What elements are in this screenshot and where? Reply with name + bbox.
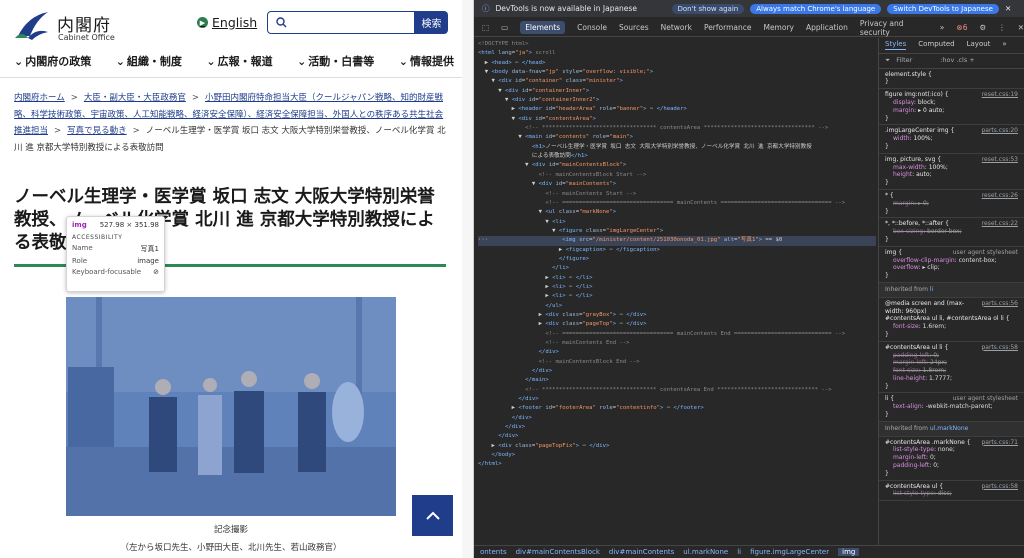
back-to-top-button[interactable] — [412, 495, 453, 536]
nav-label: 内閣府の政策 — [25, 55, 92, 68]
dom-crumb[interactable]: li — [737, 548, 741, 556]
web-page: 内閣府 Cabinet Office ▶ English 検索 ⌄ 内閣府の政策 … — [0, 0, 462, 558]
styles-filter-buttons[interactable]: :hov .cls + — [940, 56, 975, 65]
chevron-down-icon: ⌄ — [115, 54, 125, 68]
styles-filter-input[interactable]: Filter — [896, 56, 934, 65]
styles-pane: Styles Computed Layout » ⏷ Filter :hov .… — [878, 38, 1024, 545]
tab-elements[interactable]: Elements — [520, 21, 566, 34]
tooltip-section: ACCESSIBILITY — [72, 234, 123, 241]
language-notice-bar: ⓘ DevTools is now available in Japanese … — [474, 0, 1024, 17]
chevron-down-icon: ⌄ — [14, 54, 24, 68]
dom-crumb[interactable]: div#mainContentsBlock — [516, 548, 600, 556]
breadcrumb-home[interactable]: 内閣府ホーム — [14, 93, 65, 103]
inspect-tooltip: img 527.98 × 351.98 ACCESSIBILITY Name 写真1… — [66, 216, 165, 292]
tab-computed[interactable]: Computed — [918, 40, 954, 50]
device-toolbar-icon[interactable]: ▭ — [501, 23, 508, 32]
tooltip-value: ⊘ — [153, 268, 159, 276]
info-icon: ⓘ — [482, 4, 490, 13]
error-count: 6 — [962, 23, 968, 32]
nav-item-info[interactable]: ⌄ 情報提供 — [399, 53, 454, 69]
global-nav: ⌄ 内閣府の政策 ⌄ 組織・制度 ⌄ 広報・報道 ⌄ 活動・白書等 ⌄ 情報提供 — [14, 53, 454, 69]
inspect-icon[interactable]: ⬚ — [482, 23, 489, 32]
chevron-down-icon: ⌄ — [398, 54, 408, 68]
nav-item-organization[interactable]: ⌄ 組織・制度 — [116, 53, 182, 69]
search-input[interactable] — [267, 11, 415, 34]
nav-label: 情報提供 — [409, 55, 454, 68]
resize-gutter[interactable] — [462, 0, 474, 558]
nav-label: 組織・制度 — [126, 55, 182, 68]
style-rules[interactable]: element.style {} reset.css:19 figure img:… — [879, 69, 1024, 502]
dom-crumb[interactable]: figure.imgLargeCenter — [750, 548, 829, 556]
switch-language-button[interactable]: Switch DevTools to Japanese — [887, 3, 999, 14]
search-icon — [276, 17, 287, 28]
dom-crumb[interactable]: div#mainContents — [609, 548, 674, 556]
filter-icon: ⏷ — [885, 55, 891, 64]
tooltip-key: Keyboard-focusable — [72, 268, 142, 276]
tab-console[interactable]: Console — [577, 23, 607, 32]
tooltip-key: Role — [72, 257, 88, 265]
photo-caption-detail: （左から坂口先生、小野田大臣、北川先生、若山政務官） — [120, 543, 342, 553]
close-icon[interactable]: ✕ — [1018, 23, 1024, 32]
tooltip-key: Name — [72, 244, 93, 252]
breadcrumb: 内閣府ホーム > 大臣・副大臣・大臣政務官 > 小野田内閣府特命担当大臣（クールジャパン… — [14, 93, 446, 153]
tooltip-tag: img — [72, 221, 87, 229]
notice-text: DevTools is now available in Japanese — [495, 4, 637, 13]
tooltip-value: image — [137, 257, 159, 265]
english-label: English — [212, 15, 258, 30]
dom-tree[interactable]: <!DOCTYPE html> <html lang="ja"> scroll … — [478, 40, 876, 545]
dom-crumb[interactable]: ul.markNone — [683, 548, 728, 556]
tab-performance[interactable]: Performance — [704, 23, 752, 32]
tab-styles[interactable]: Styles — [885, 40, 907, 50]
tab-privacy[interactable]: Privacy and security — [860, 19, 928, 37]
divider — [0, 77, 462, 78]
nav-item-press[interactable]: ⌄ 広報・報道 — [206, 53, 272, 69]
breadcrumb-ministers[interactable]: 大臣・副大臣・大臣政務官 — [84, 93, 186, 103]
error-badge[interactable]: ⊗6 — [956, 23, 967, 32]
english-link[interactable]: ▶ English — [197, 15, 257, 30]
photo-caption: 記念撮影 — [213, 525, 248, 535]
chevron-up-icon — [425, 511, 440, 520]
styles-filter-bar: ⏷ Filter :hov .cls + — [879, 54, 1024, 69]
dont-show-button[interactable]: Don't show again — [671, 3, 745, 14]
tab-network[interactable]: Network — [661, 23, 692, 32]
logo-subtitle: Cabinet Office — [58, 33, 115, 42]
dom-crumb[interactable]: ontents — [480, 548, 507, 556]
nav-item-activities[interactable]: ⌄ 活動・白書等 — [297, 53, 374, 69]
tab-memory[interactable]: Memory — [763, 23, 794, 32]
commemorative-photo[interactable] — [66, 297, 396, 516]
devtools-panel: ⓘ DevTools is now available in Japanese … — [474, 0, 1024, 558]
gear-icon[interactable]: ⚙ — [979, 23, 986, 32]
tab-application[interactable]: Application — [806, 23, 848, 32]
tab-more[interactable]: » — [1002, 40, 1006, 50]
nav-item-policy[interactable]: ⌄ 内閣府の政策 — [14, 53, 91, 69]
nav-label: 広報・報道 — [217, 55, 273, 68]
cabinet-office-logo[interactable] — [14, 10, 50, 42]
search-button[interactable]: 検索 — [415, 11, 448, 34]
tab-sources[interactable]: Sources — [619, 23, 649, 32]
more-tabs[interactable]: » — [940, 23, 945, 32]
chevron-down-icon: ⌄ — [206, 54, 216, 68]
tooltip-size: 527.98 × 351.98 — [99, 221, 159, 229]
devtools-tabs: ⬚ ▭ Elements Console Sources Network Per… — [474, 19, 1024, 37]
dom-crumb-selected[interactable]: img — [838, 548, 860, 556]
breadcrumb-photos[interactable]: 写真で見る動き — [67, 126, 127, 136]
kebab-icon[interactable]: ⋮ — [998, 23, 1006, 32]
tab-layout[interactable]: Layout — [967, 40, 991, 50]
dom-breadcrumb: ontents div#mainContentsBlock div#mainCo… — [474, 545, 1024, 558]
close-icon[interactable]: ✕ — [1005, 4, 1011, 13]
arrow-right-icon: ▶ — [197, 17, 208, 28]
chevron-down-icon: ⌄ — [297, 54, 307, 68]
nav-label: 活動・白書等 — [308, 55, 375, 68]
match-language-button[interactable]: Always match Chrome's language — [750, 3, 882, 14]
tooltip-value: 写真1 — [140, 245, 159, 253]
page-title-line: ノーベル生理学・医学賞 坂口 志文 大阪大学特別栄誉 — [14, 187, 435, 207]
styles-tabs: Styles Computed Layout » — [879, 38, 1024, 54]
